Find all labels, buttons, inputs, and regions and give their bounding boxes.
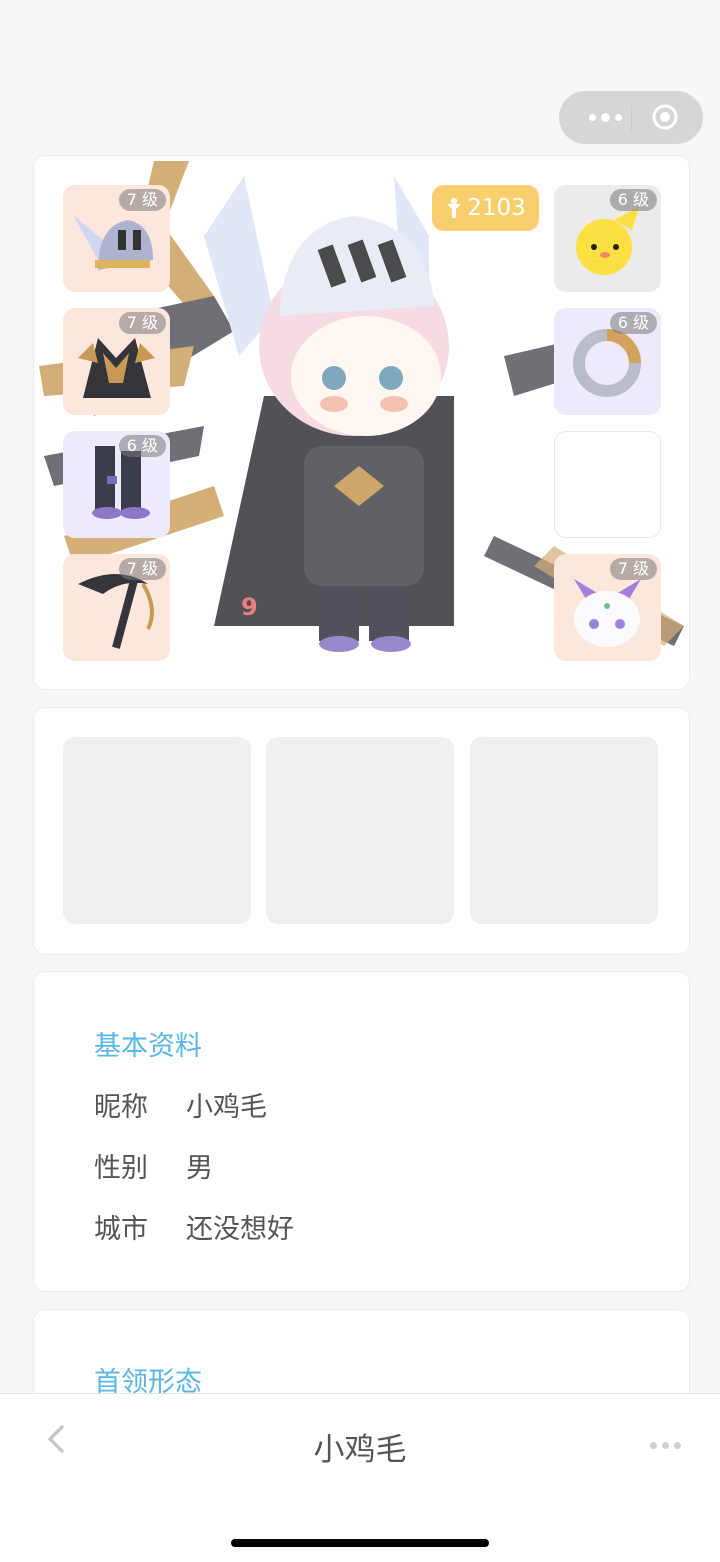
section-title: 基本资料 <box>94 1031 202 1062</box>
info-key: 昵称 <box>94 1092 148 1123</box>
placeholder-tile[interactable] <box>63 737 251 924</box>
more-dots-icon[interactable] <box>579 106 631 128</box>
info-row-gender: 性别 男 <box>94 1146 213 1185</box>
info-key: 性别 <box>94 1153 148 1184</box>
placeholder-tile[interactable] <box>470 737 658 924</box>
power-value: 2103 <box>467 195 526 221</box>
slot-level: 7 级 <box>118 189 166 211</box>
target-icon[interactable] <box>652 104 678 130</box>
placeholder-tile[interactable] <box>266 737 454 924</box>
more-icon[interactable] <box>650 1442 681 1449</box>
info-value: 还没想好 <box>186 1214 294 1245</box>
miniprogram-capsule <box>559 91 703 144</box>
level-marker: 9 <box>241 593 258 621</box>
equip-slot-ring[interactable]: 6 级 <box>554 308 661 415</box>
placeholder-card <box>33 707 690 955</box>
power-figure-icon <box>447 197 462 218</box>
equip-slot-helmet[interactable]: 7 级 <box>63 185 170 292</box>
info-key: 城市 <box>94 1214 148 1245</box>
slot-level: 6 级 <box>609 312 657 334</box>
equip-slot-boots[interactable]: 6 级 <box>63 431 170 538</box>
capsule-divider <box>631 105 632 131</box>
equip-slot-empty[interactable] <box>554 431 661 538</box>
equip-slot-weapon[interactable]: 7 级 <box>63 554 170 661</box>
equip-slot-pet[interactable]: 6 级 <box>554 185 661 292</box>
slot-level: 6 级 <box>118 435 166 457</box>
power-badge: 2103 <box>432 185 539 231</box>
slot-level: 7 级 <box>118 558 166 580</box>
avatar-card: 9 2103 7 级 7 级 6 级 7 级 6 级 6 级 7 级 <box>33 155 690 690</box>
home-indicator <box>231 1539 489 1547</box>
slot-level: 7 级 <box>609 558 657 580</box>
slot-level: 6 级 <box>609 189 657 211</box>
info-value: 男 <box>186 1153 213 1184</box>
equip-slot-companion[interactable]: 7 级 <box>554 554 661 661</box>
slot-level: 7 级 <box>118 312 166 334</box>
page-title: 小鸡毛 <box>313 1432 407 1468</box>
basic-info-card: 基本资料 昵称 小鸡毛 性别 男 城市 还没想好 <box>33 971 690 1292</box>
equip-slot-armor[interactable]: 7 级 <box>63 308 170 415</box>
info-value: 小鸡毛 <box>186 1092 267 1123</box>
bottom-nav-bar: 小鸡毛 <box>0 1393 720 1562</box>
info-row-city: 城市 还没想好 <box>94 1207 294 1246</box>
info-row-nickname: 昵称 小鸡毛 <box>94 1085 267 1124</box>
